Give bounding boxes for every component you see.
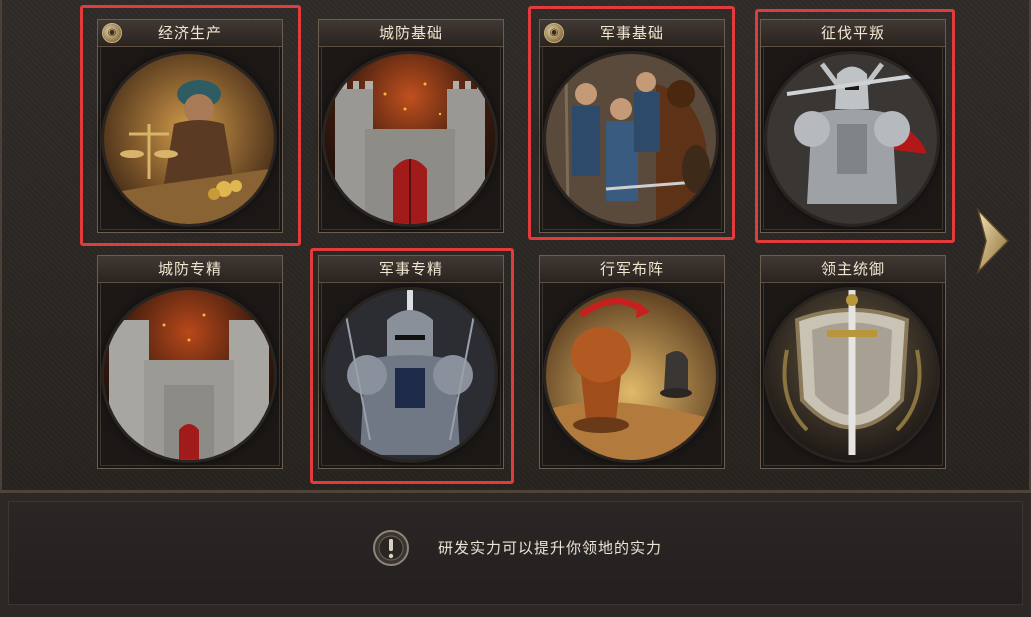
card-march-formation[interactable]: 行军布阵 <box>539 255 725 469</box>
card-city-defense-expert[interactable]: 城防专精 <box>97 255 283 469</box>
card-lord-command[interactable]: 领主统御 <box>760 255 946 469</box>
soldiers-horse-art <box>546 54 716 224</box>
chess-pieces-art <box>546 290 716 460</box>
card-economy[interactable]: 经济生产 ◉ <box>97 19 283 233</box>
card-title: 行军布阵 <box>540 256 724 283</box>
card-title: 军事专精 <box>319 256 503 283</box>
card-military-basic[interactable]: 军事基础 ◉ <box>539 19 725 233</box>
tip-text: 研发实力可以提升你领地的实力 <box>438 539 663 557</box>
armored-knight-art <box>767 54 937 224</box>
card-title: 城防基础 <box>319 20 503 47</box>
castle-gate-art <box>325 54 495 224</box>
coin-badge-icon: ◉ <box>544 23 564 43</box>
card-conquest[interactable]: 征伐平叛 <box>760 19 946 233</box>
chevron-right-icon[interactable] <box>972 206 1012 276</box>
card-title: 军事基础 <box>540 20 724 47</box>
shield-sword-art <box>767 290 937 460</box>
knight-sword-art <box>325 290 495 460</box>
card-title: 城防专精 <box>98 256 282 283</box>
exclamation-icon <box>372 529 410 567</box>
card-military-expert[interactable]: 军事专精 <box>318 255 504 469</box>
coin-badge-icon: ◉ <box>102 23 122 43</box>
card-title: 征伐平叛 <box>761 20 945 47</box>
castle-fire-art <box>104 290 274 460</box>
card-title: 经济生产 <box>98 20 282 47</box>
card-title: 领主统御 <box>761 256 945 283</box>
merchant-scales-art <box>104 54 274 224</box>
card-city-defense-basic[interactable]: 城防基础 <box>318 19 504 233</box>
